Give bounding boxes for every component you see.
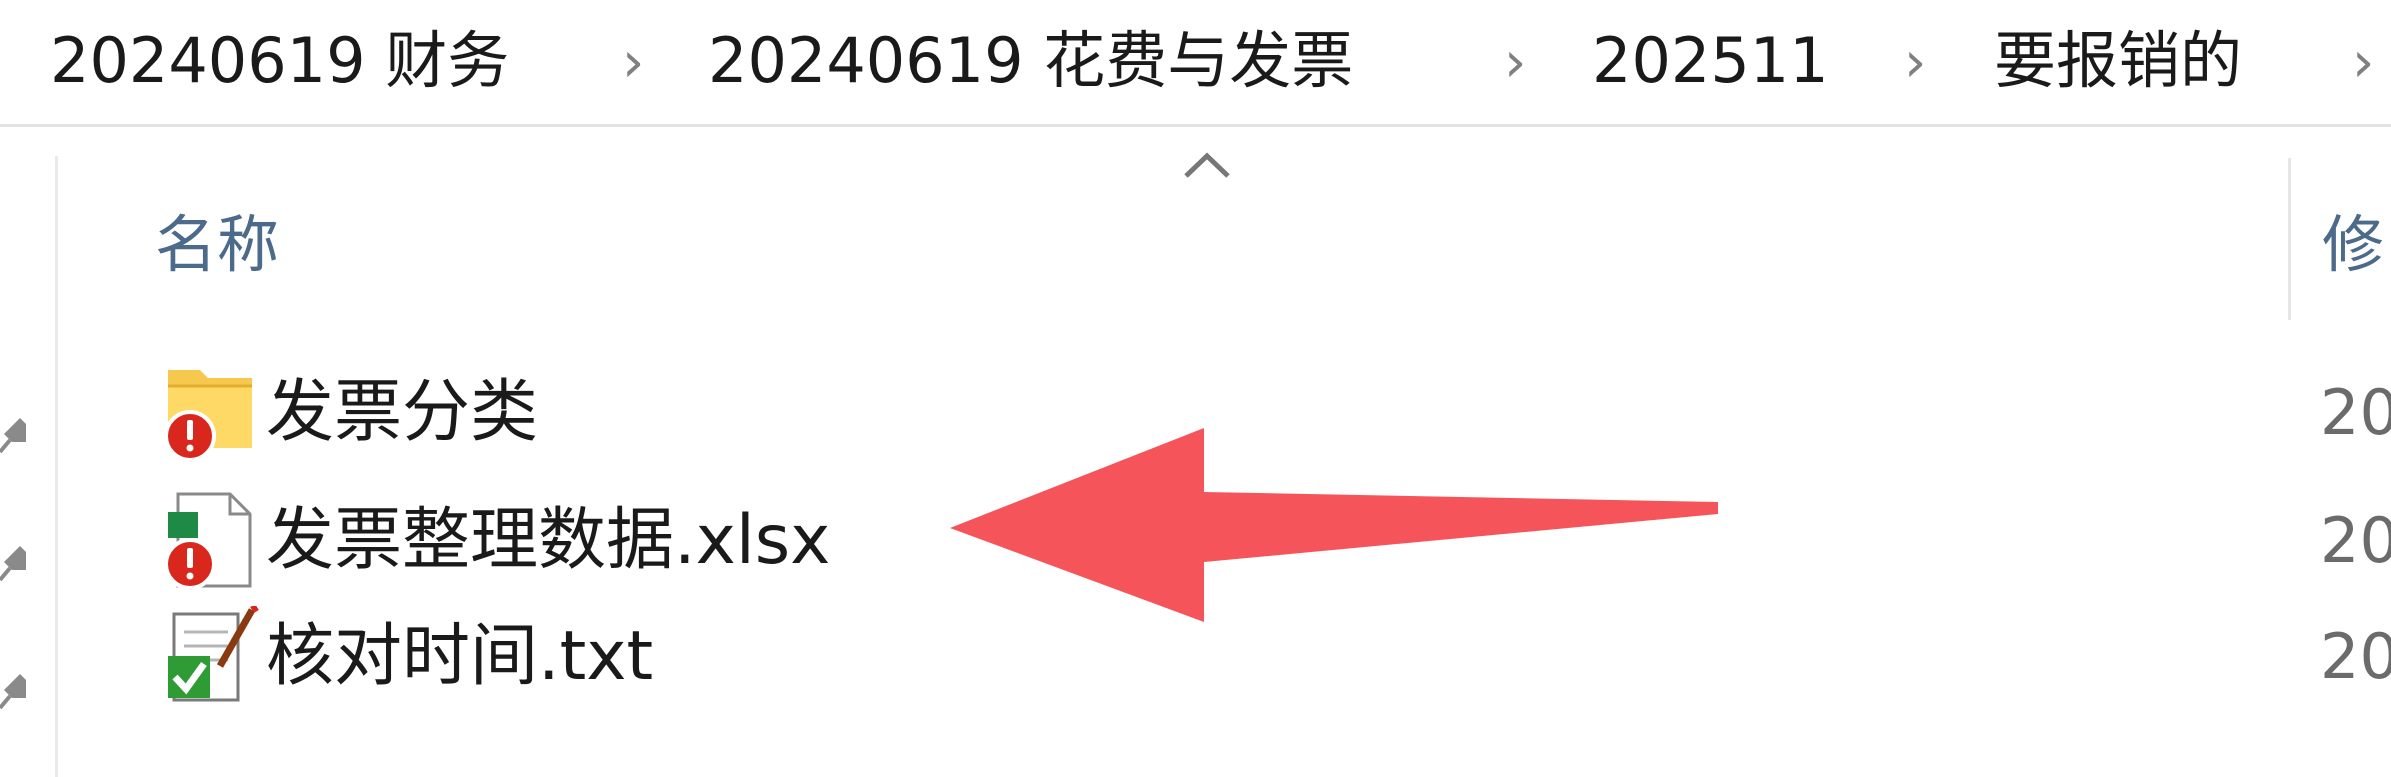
breadcrumb: 20240619 财务 › 20240619 花费与发票 › 202511 › … xyxy=(0,0,2391,127)
navigation-pane-divider[interactable] xyxy=(55,156,58,777)
breadcrumb-item-finance[interactable]: 20240619 财务 xyxy=(50,18,509,104)
folder-with-error-icon xyxy=(164,370,252,462)
chevron-right-icon[interactable]: › xyxy=(622,28,644,98)
breadcrumb-item-202511[interactable]: 202511 xyxy=(1592,18,1829,104)
pin-icon[interactable] xyxy=(0,540,26,584)
file-name[interactable]: 发票整理数据.xlsx xyxy=(266,496,830,586)
text-file-synced-icon xyxy=(168,606,259,702)
file-date: 20 xyxy=(2320,376,2391,449)
breadcrumb-item-expenses-invoices[interactable]: 20240619 花费与发票 xyxy=(708,18,1353,104)
breadcrumb-item-to-reimburse[interactable]: 要报销的 xyxy=(1994,18,2242,104)
pin-icon[interactable] xyxy=(0,412,26,456)
excel-file-with-error-icon xyxy=(164,492,252,590)
file-date: 20 xyxy=(2320,620,2391,693)
chevron-right-icon[interactable]: › xyxy=(2352,28,2374,98)
pin-icon[interactable] xyxy=(0,668,26,712)
file-name[interactable]: 核对时间.txt xyxy=(266,612,653,702)
chevron-right-icon[interactable]: › xyxy=(1904,28,1926,98)
chevron-right-icon[interactable]: › xyxy=(1504,28,1526,98)
column-header-modified[interactable]: 修 xyxy=(2322,205,2384,285)
column-divider[interactable] xyxy=(2288,158,2291,320)
column-header-name[interactable]: 名称 xyxy=(155,205,279,285)
annotation-arrow xyxy=(950,428,1718,622)
sort-ascending-icon[interactable] xyxy=(1180,148,1234,182)
file-name[interactable]: 发票分类 xyxy=(266,368,538,458)
file-date: 20 xyxy=(2320,504,2391,577)
